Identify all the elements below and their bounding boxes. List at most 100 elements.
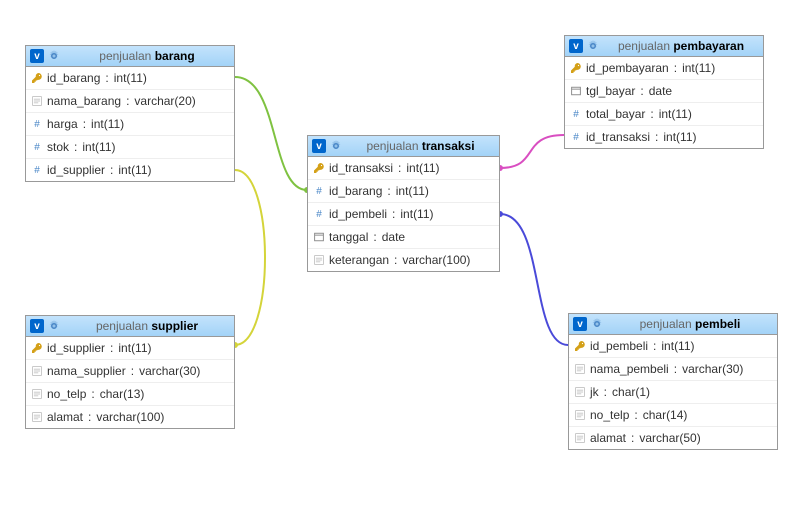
table-title: penjualan barang	[64, 49, 230, 63]
column-type-sep: :	[398, 161, 401, 175]
table-transaksi[interactable]: v penjualan transaksi id_transaksi : int…	[307, 135, 500, 272]
table-header-pembayaran[interactable]: v penjualan pembayaran	[565, 36, 763, 57]
column-type: char(13)	[100, 387, 145, 401]
column-row[interactable]: nama_pembeli : varchar(30)	[569, 357, 777, 380]
column-row[interactable]: jk : char(1)	[569, 380, 777, 403]
table-barang[interactable]: v penjualan barang id_barang : int(11)na…	[25, 45, 235, 182]
column-row[interactable]: nama_barang : varchar(20)	[26, 89, 234, 112]
table-title: penjualan transaksi	[346, 139, 495, 153]
text-icon	[32, 365, 42, 377]
text-icon	[575, 409, 585, 421]
column-type-sep: :	[91, 387, 94, 401]
text-icon	[575, 432, 585, 444]
column-row[interactable]: #total_bayar : int(11)	[565, 102, 763, 125]
columns-transaksi: id_transaksi : int(11)#id_barang : int(1…	[308, 157, 499, 271]
column-row[interactable]: id_pembayaran : int(11)	[565, 57, 763, 79]
column-row[interactable]: alamat : varchar(100)	[26, 405, 234, 428]
table-supplier[interactable]: v penjualan supplier id_supplier : int(1…	[25, 315, 235, 429]
key-icon	[314, 162, 324, 174]
column-name: nama_barang	[47, 94, 121, 108]
hash-icon: #	[32, 118, 42, 130]
column-row[interactable]: #id_supplier : int(11)	[26, 158, 234, 181]
column-row[interactable]: id_pembeli : int(11)	[569, 335, 777, 357]
column-row[interactable]: alamat : varchar(50)	[569, 426, 777, 449]
column-name: harga	[47, 117, 78, 131]
column-type: int(11)	[118, 341, 151, 355]
gear-icon[interactable]	[330, 140, 342, 152]
column-row[interactable]: #id_pembeli : int(11)	[308, 202, 499, 225]
column-name: no_telp	[47, 387, 86, 401]
column-row[interactable]: no_telp : char(14)	[569, 403, 777, 426]
column-type-sep: :	[110, 341, 113, 355]
gear-icon[interactable]	[48, 320, 60, 332]
hash-icon: #	[571, 108, 581, 120]
table-title: penjualan supplier	[64, 319, 230, 333]
column-name: no_telp	[590, 408, 629, 422]
key-icon	[32, 342, 42, 354]
column-type-sep: :	[655, 130, 658, 144]
column-name: nama_pembeli	[590, 362, 669, 376]
column-row[interactable]: id_supplier : int(11)	[26, 337, 234, 359]
column-type: varchar(50)	[639, 431, 700, 445]
column-row[interactable]: id_transaksi : int(11)	[308, 157, 499, 179]
hash-icon: #	[314, 185, 324, 197]
table-pembeli[interactable]: v penjualan pembeli id_pembeli : int(11)…	[568, 313, 778, 450]
column-row[interactable]: #id_barang : int(11)	[308, 179, 499, 202]
column-row[interactable]: #id_transaksi : int(11)	[565, 125, 763, 148]
columns-supplier: id_supplier : int(11)nama_supplier : var…	[26, 337, 234, 428]
column-type: date	[382, 230, 405, 244]
columns-barang: id_barang : int(11)nama_barang : varchar…	[26, 67, 234, 181]
column-type: int(11)	[661, 339, 694, 353]
column-row[interactable]: id_barang : int(11)	[26, 67, 234, 89]
gear-icon[interactable]	[587, 40, 599, 52]
table-pembayaran[interactable]: v penjualan pembayaran id_pembayaran : i…	[564, 35, 764, 149]
column-name: stok	[47, 140, 69, 154]
table-header-supplier[interactable]: v penjualan supplier	[26, 316, 234, 337]
table-header-pembeli[interactable]: v penjualan pembeli	[569, 314, 777, 335]
key-icon	[571, 62, 581, 74]
column-type-sep: :	[392, 207, 395, 221]
column-type-sep: :	[640, 84, 643, 98]
column-type: int(11)	[82, 140, 115, 154]
column-type: char(14)	[643, 408, 688, 422]
table-header-transaksi[interactable]: v penjualan transaksi	[308, 136, 499, 157]
hash-icon: #	[32, 141, 42, 153]
column-row[interactable]: tanggal : date	[308, 225, 499, 248]
column-type: int(11)	[114, 71, 147, 85]
column-row[interactable]: #stok : int(11)	[26, 135, 234, 158]
hash-icon: #	[314, 208, 324, 220]
table-title: penjualan pembayaran	[603, 39, 759, 53]
column-type: varchar(100)	[96, 410, 164, 424]
column-type-sep: :	[650, 107, 653, 121]
gear-icon[interactable]	[48, 50, 60, 62]
column-type-sep: :	[126, 94, 129, 108]
hash-icon: #	[32, 164, 42, 176]
hash-icon: #	[571, 131, 581, 143]
date-icon	[571, 85, 581, 97]
column-type: int(11)	[91, 117, 124, 131]
column-name: id_supplier	[47, 163, 105, 177]
v-icon: v	[569, 39, 583, 53]
text-icon	[32, 411, 42, 423]
v-icon: v	[573, 317, 587, 331]
column-row[interactable]: tgl_bayar : date	[565, 79, 763, 102]
column-name: id_pembeli	[329, 207, 387, 221]
column-row[interactable]: keterangan : varchar(100)	[308, 248, 499, 271]
v-icon: v	[30, 319, 44, 333]
column-row[interactable]: # harga : int(11)	[26, 112, 234, 135]
column-type-sep: :	[604, 385, 607, 399]
columns-pembeli: id_pembeli : int(11)nama_pembeli : varch…	[569, 335, 777, 449]
column-type: varchar(30)	[682, 362, 743, 376]
column-name: id_transaksi	[329, 161, 393, 175]
column-type-sep: :	[83, 117, 86, 131]
column-row[interactable]: nama_supplier : varchar(30)	[26, 359, 234, 382]
column-type-sep: :	[131, 364, 134, 378]
table-header-barang[interactable]: v penjualan barang	[26, 46, 234, 67]
table-title: penjualan pembeli	[607, 317, 773, 331]
column-type-sep: :	[653, 339, 656, 353]
column-row[interactable]: no_telp : char(13)	[26, 382, 234, 405]
gear-icon[interactable]	[591, 318, 603, 330]
column-type: int(11)	[118, 163, 151, 177]
column-type: int(11)	[682, 61, 715, 75]
column-type: date	[649, 84, 672, 98]
